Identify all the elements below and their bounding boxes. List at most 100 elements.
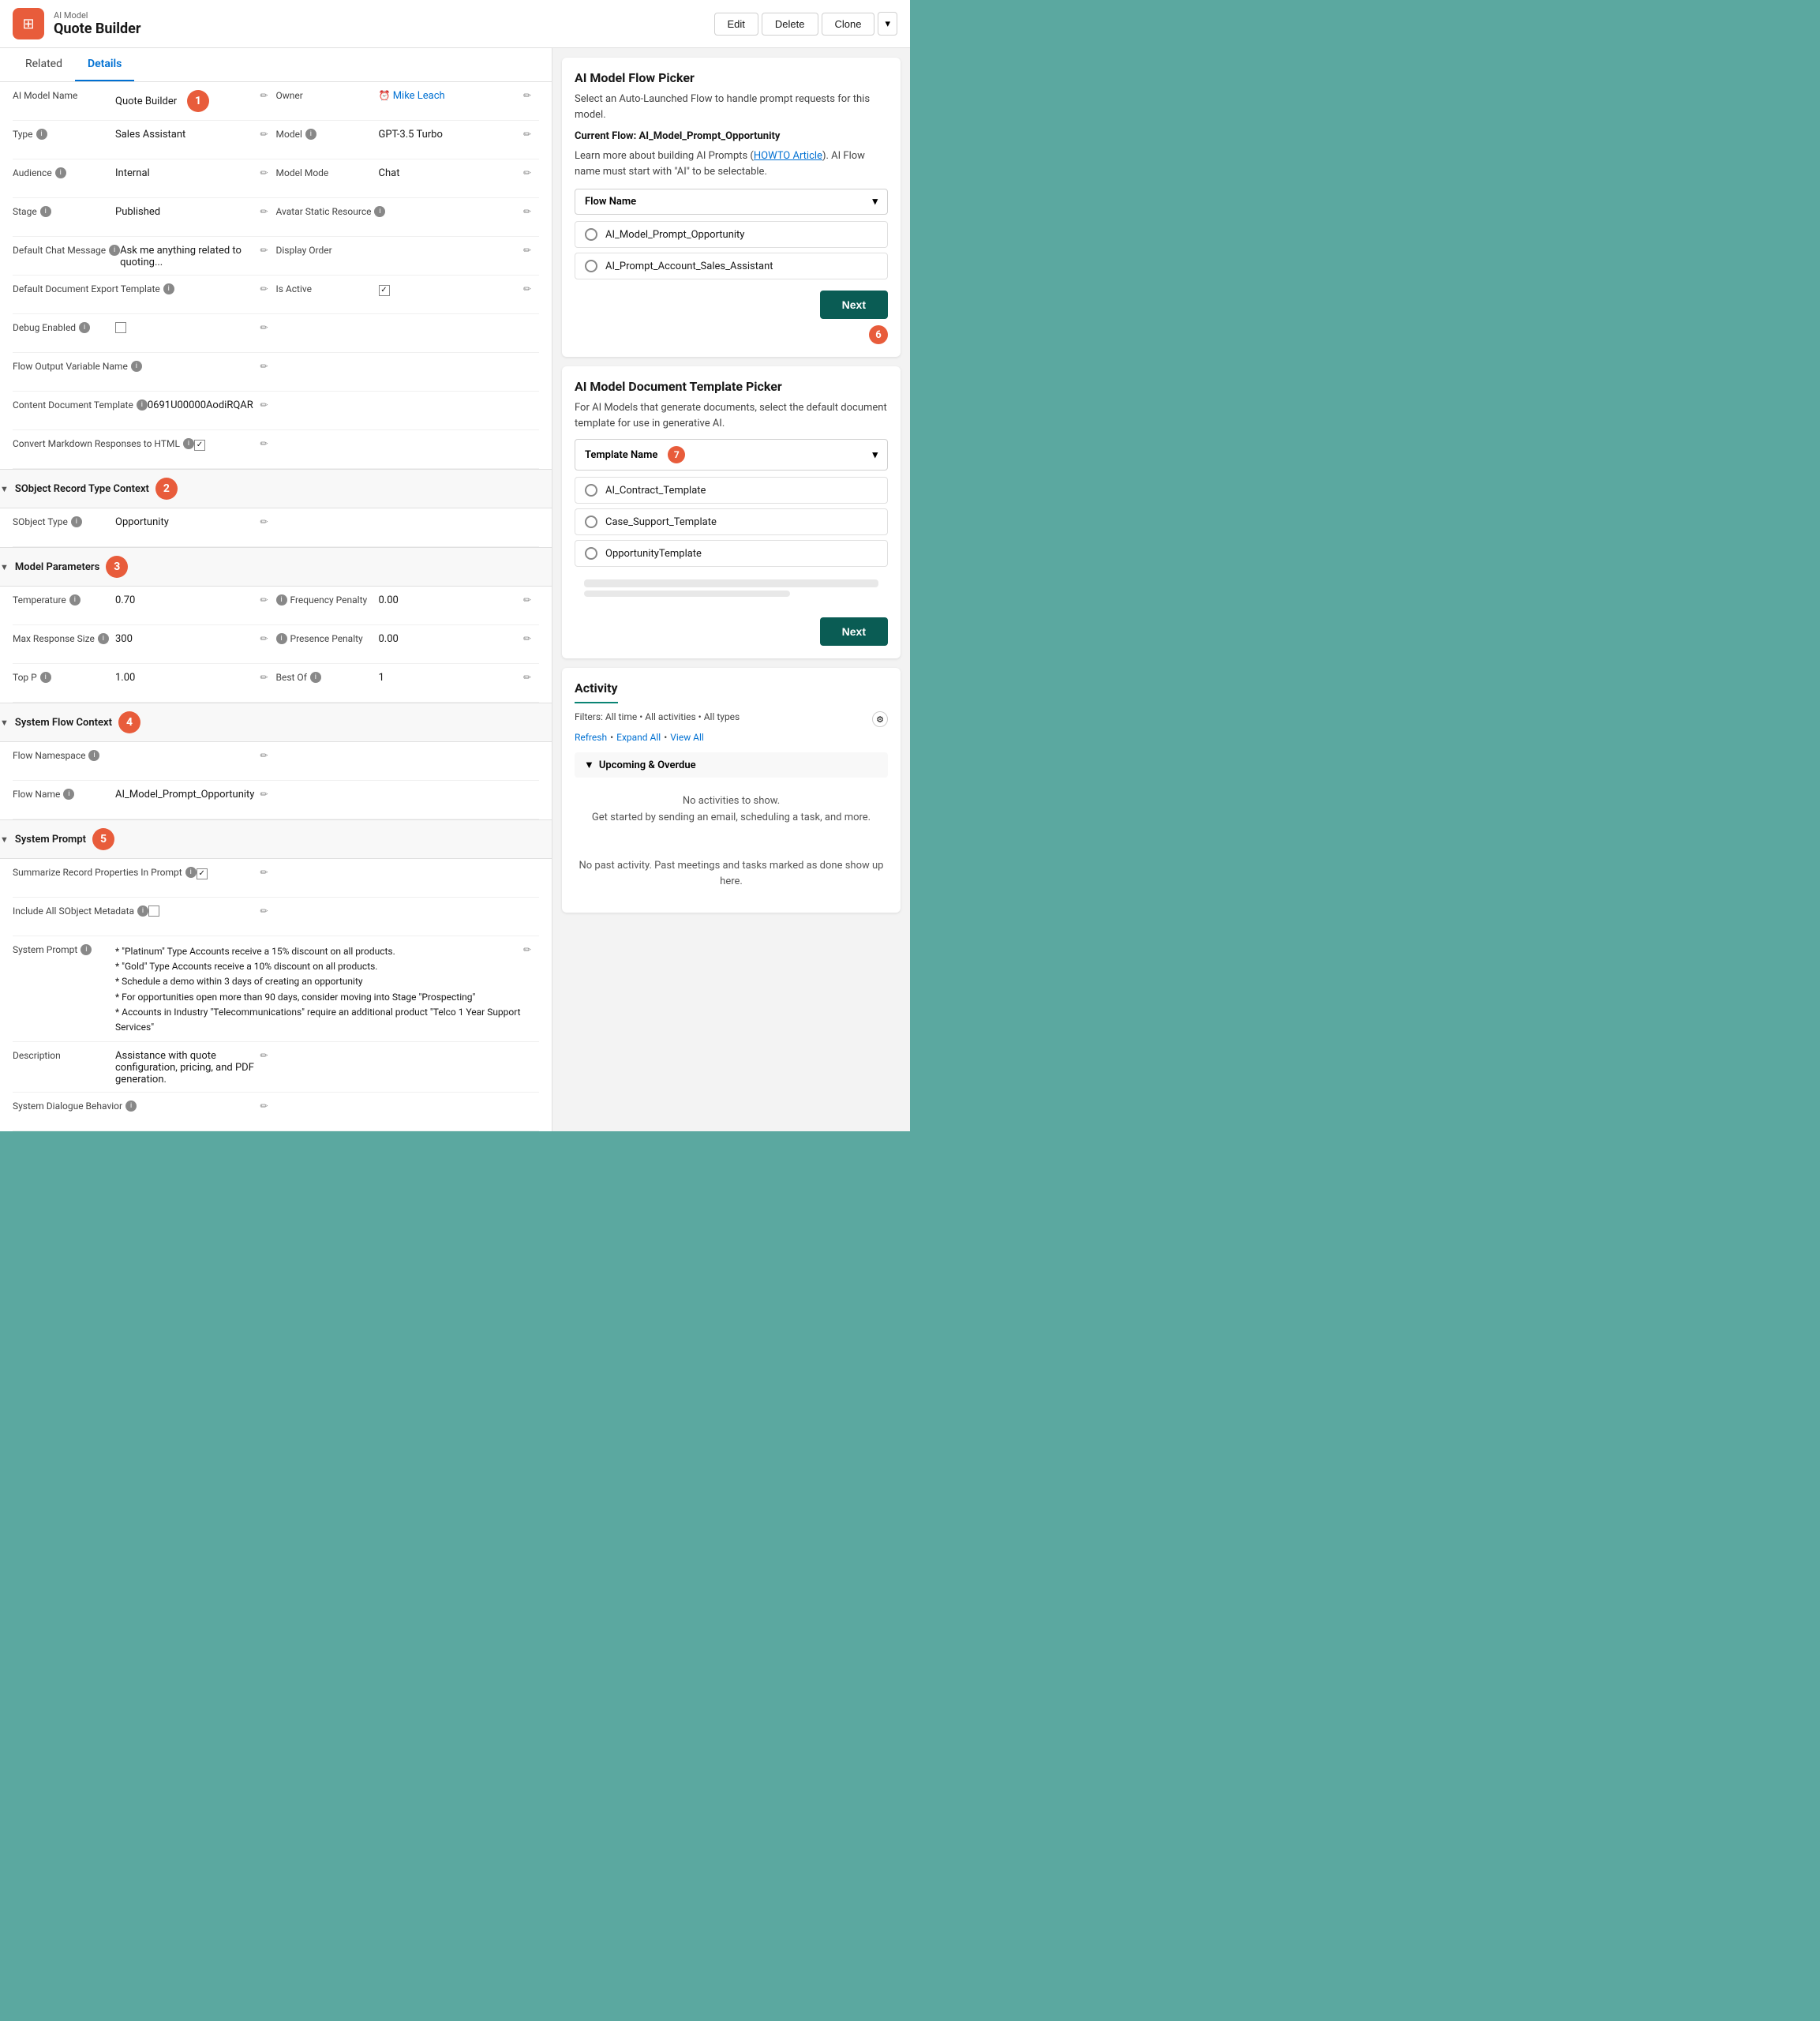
include-all-info-icon[interactable]: i [137,906,148,917]
edit-button[interactable]: Edit [714,13,758,36]
field-col-sobject-type: SObject Type i Opportunity ✏ [13,515,276,540]
markdown-checkbox[interactable]: ✓ [194,440,205,451]
edit-dialogue-icon[interactable]: ✏ [260,1099,276,1112]
edit-markdown-icon[interactable]: ✏ [260,437,276,449]
debug-checkbox[interactable] [115,322,126,333]
system-prompt-section-header[interactable]: ▼ System Prompt 5 [0,819,552,859]
edit-sobject-type-icon[interactable]: ✏ [260,515,276,527]
edit-include-all-icon[interactable]: ✏ [260,904,276,917]
template-picker-title: AI Model Document Template Picker [575,379,888,394]
template-option-3[interactable]: OpportunityTemplate [575,540,888,567]
owner-link[interactable]: Mike Leach [393,90,445,102]
howto-link[interactable]: HOWTO Article [754,150,822,162]
type-info-icon[interactable]: i [36,129,47,140]
system-flow-section-header[interactable]: ▼ System Flow Context 4 [0,703,552,742]
clone-button[interactable]: Clone [822,13,875,36]
temperature-info-icon[interactable]: i [69,594,81,606]
template-radio-3[interactable] [585,547,597,560]
field-col-chat: Default Chat Message i Ask me anything r… [13,243,276,268]
more-actions-button[interactable]: ▾ [878,12,897,36]
edit-avatar-icon[interactable]: ✏ [523,204,539,217]
debug-info-icon[interactable]: i [79,322,90,333]
activity-view-all-link[interactable]: View All [670,732,704,743]
flow-name-dropdown[interactable]: Flow Name ▾ [575,189,888,215]
edit-model-mode-icon[interactable]: ✏ [523,166,539,178]
edit-flow-namespace-icon[interactable]: ✏ [260,748,276,761]
edit-debug-icon[interactable]: ✏ [260,321,276,333]
template-radio-2[interactable] [585,516,597,528]
edit-content-doc-icon[interactable]: ✏ [260,398,276,411]
edit-flow-name-icon[interactable]: ✏ [260,787,276,800]
activity-expand-all-link[interactable]: Expand All [616,732,661,743]
bestof-info-icon[interactable]: i [310,672,321,683]
edit-is-active-icon[interactable]: ✏ [523,282,539,294]
edit-chat-icon[interactable]: ✏ [260,243,276,256]
edit-audience-icon[interactable]: ✏ [260,166,276,178]
edit-model-icon[interactable]: ✏ [523,127,539,140]
sobject-type-info-icon[interactable]: i [71,516,82,527]
app-title-text: AI Model Quote Builder [54,10,140,37]
edit-display-order-icon[interactable]: ✏ [523,243,539,256]
edit-stage-icon[interactable]: ✏ [260,204,276,217]
edit-ai-model-name-icon[interactable]: ✏ [260,88,276,101]
doc-export-info-icon[interactable]: i [163,283,174,294]
markdown-info-icon[interactable]: i [183,438,194,449]
is-active-checkbox[interactable]: ✓ [379,285,390,296]
edit-bestof-icon[interactable]: ✏ [523,670,539,683]
content-doc-info-icon[interactable]: i [137,399,148,411]
edit-doc-export-icon[interactable]: ✏ [260,282,276,294]
stage-info-icon[interactable]: i [40,206,51,217]
flow-radio-2[interactable] [585,260,597,272]
activity-refresh-link[interactable]: Refresh [575,732,607,743]
avatar-info-icon[interactable]: i [374,206,385,217]
flow-option-2[interactable]: AI_Prompt_Account_Sales_Assistant [575,253,888,279]
edit-topp-icon[interactable]: ✏ [260,670,276,683]
sobject-section-header[interactable]: ▼ SObject Record Type Context 2 [0,469,552,508]
model-params-section-header[interactable]: ▼ Model Parameters 3 [0,547,552,587]
edit-owner-icon[interactable]: ✏ [523,88,539,101]
flow-namespace-info-icon[interactable]: i [88,750,99,761]
flow-dropdown-chevron: ▾ [872,196,878,208]
activity-settings-icon[interactable]: ⚙ [872,711,888,727]
field-col-is-active: Is Active ✓ ✏ [276,282,540,307]
template-option-2[interactable]: Case_Support_Template [575,508,888,535]
dialogue-info-icon[interactable]: i [125,1100,137,1112]
edit-flow-output-icon[interactable]: ✏ [260,359,276,372]
display-order-label: Display Order [276,243,379,256]
summarize-checkbox[interactable]: ✓ [197,868,208,879]
topp-info-icon[interactable]: i [40,672,51,683]
flow-output-info-icon[interactable]: i [131,361,142,372]
tab-details[interactable]: Details [75,48,134,81]
chat-info-icon[interactable]: i [109,245,120,256]
edit-type-icon[interactable]: ✏ [260,127,276,140]
tab-related[interactable]: Related [13,48,75,81]
frequency-info-icon[interactable]: i [276,594,287,606]
edit-temperature-icon[interactable]: ✏ [260,593,276,606]
system-prompt-info-icon[interactable]: i [81,944,92,955]
edit-system-prompt-icon[interactable]: ✏ [523,943,539,955]
edit-frequency-icon[interactable]: ✏ [523,593,539,606]
flow-option-1[interactable]: AI_Model_Prompt_Opportunity [575,221,888,248]
audience-info-icon[interactable]: i [55,167,66,178]
edit-maxresponse-icon[interactable]: ✏ [260,632,276,644]
summarize-info-icon[interactable]: i [185,867,197,878]
maxresponse-info-icon[interactable]: i [98,633,109,644]
template-name-dropdown[interactable]: Template Name 7 ▾ [575,439,888,471]
field-col-system-prompt: System Prompt i * "Platinum" Type Accoun… [13,943,539,1035]
delete-button[interactable]: Delete [762,13,818,36]
template-option-1[interactable]: AI_Contract_Template [575,477,888,504]
include-all-checkbox[interactable] [148,906,159,917]
model-info-icon[interactable]: i [305,129,316,140]
edit-description-icon[interactable]: ✏ [260,1048,276,1061]
template-picker-next-button[interactable]: Next [820,617,888,646]
flow-picker-next-button[interactable]: Next [820,291,888,319]
flow-radio-1[interactable] [585,228,597,241]
flow-name-info-icon[interactable]: i [63,789,74,800]
field-col-content-doc: Content Document Template i 0691U00000Ao… [13,398,276,423]
presence-info-icon[interactable]: i [276,633,287,644]
template-radio-1[interactable] [585,484,597,497]
edit-presence-icon[interactable]: ✏ [523,632,539,644]
upcoming-header[interactable]: ▼ Upcoming & Overdue [575,752,888,778]
stage-label: Stage i [13,204,115,217]
edit-summarize-icon[interactable]: ✏ [260,865,276,878]
